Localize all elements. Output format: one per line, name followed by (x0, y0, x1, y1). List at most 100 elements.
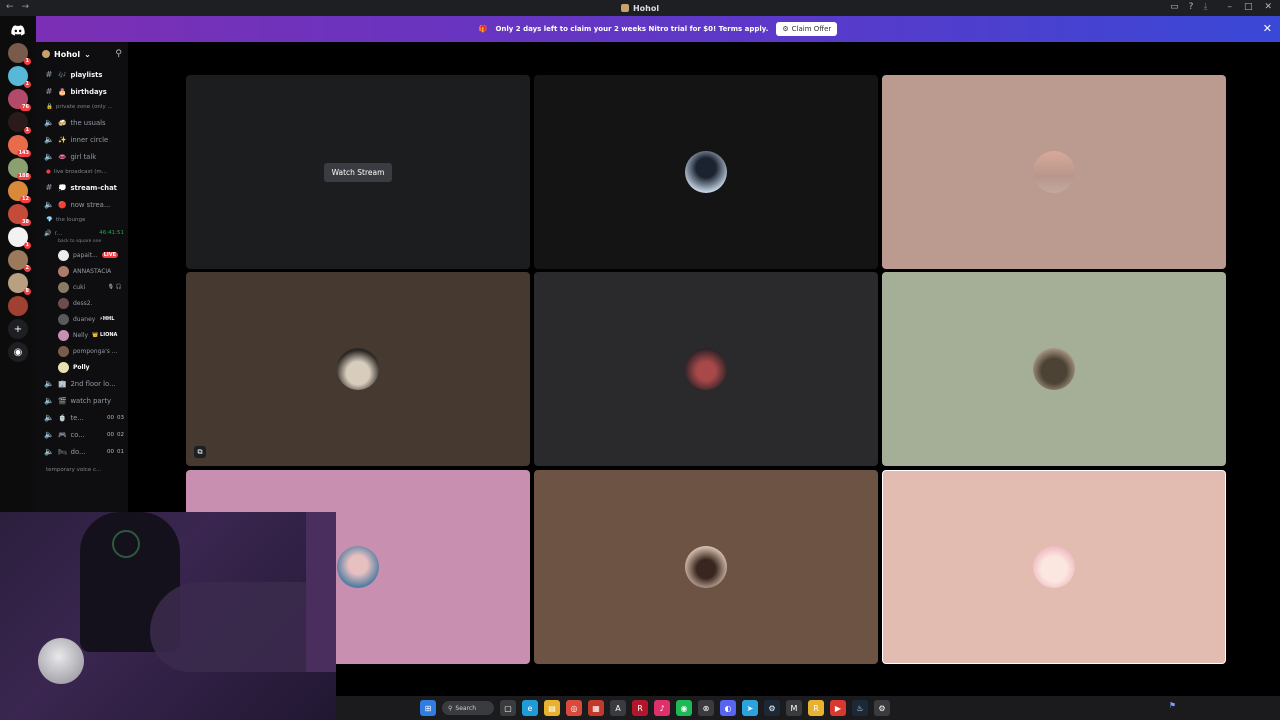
app-icon[interactable]: ▶ (830, 700, 846, 716)
voice-member[interactable]: cuki 🎙 🎧 (36, 279, 128, 295)
start-icon[interactable]: ⊞ (420, 700, 436, 716)
category-label: temporary voice c... (46, 467, 102, 473)
close-window-icon[interactable]: ✕ (1264, 2, 1272, 12)
server-icon[interactable]: 1 (8, 66, 31, 88)
epic-icon[interactable]: M (786, 700, 802, 716)
video-tile[interactable] (534, 75, 878, 269)
file-explorer-icon[interactable]: ▤ (544, 700, 560, 716)
avatar (58, 361, 69, 373)
server-badge: 76 (20, 104, 31, 111)
video-tile[interactable] (882, 470, 1226, 664)
adobe-icon[interactable]: A (610, 700, 626, 716)
video-tile[interactable] (534, 470, 878, 664)
video-tile[interactable] (534, 272, 878, 466)
chrome-icon[interactable]: ◎ (566, 700, 582, 716)
server-icon[interactable]: 143 (8, 135, 31, 157)
channel-birthdays[interactable]: # 🎂 birthdays (36, 83, 128, 100)
video-tile[interactable] (882, 272, 1226, 466)
video-tile[interactable] (882, 75, 1226, 269)
server-icon[interactable]: 1 (8, 227, 31, 249)
minimize-icon[interactable]: – (1227, 2, 1232, 12)
window-controls: – □ ✕ (1227, 2, 1272, 12)
xbox-icon[interactable]: ⊗ (698, 700, 714, 716)
maximize-icon[interactable]: □ (1244, 2, 1253, 12)
settings-icon[interactable]: ⚙ (874, 700, 890, 716)
channel-inner-circle[interactable]: 🔈 ✨ inner circle (36, 131, 128, 148)
server-icon[interactable] (8, 296, 28, 316)
channel-2nd-floor[interactable]: 🔈 🏢 2nd floor lo... (36, 375, 128, 392)
discover-icon[interactable]: ◉ (8, 342, 28, 362)
telegram-icon[interactable]: ➤ (742, 700, 758, 716)
back-arrow-icon[interactable]: ← (6, 2, 14, 12)
help-icon[interactable]: ? (1189, 2, 1194, 12)
voice-member[interactable]: ANNASTACIA (36, 263, 128, 279)
spotify-icon[interactable]: ◉ (676, 700, 692, 716)
voice-channel-icon: 🔈 (44, 396, 54, 405)
stream-tile[interactable]: Watch Stream (186, 75, 530, 269)
avatar (58, 329, 69, 341)
tiktok-icon[interactable]: ♪ (654, 700, 670, 716)
channel-stream-chat[interactable]: # 💭 stream-chat (36, 179, 128, 196)
channel-do[interactable]: 🔈 🛏 do... 00 01 (36, 443, 128, 460)
claim-offer-label: Claim Offer (791, 25, 832, 33)
watch-stream-button[interactable]: Watch Stream (323, 162, 393, 182)
voice-channel-icon: 🔈 (44, 413, 54, 422)
tray-icon[interactable]: ⚑ (1169, 701, 1176, 710)
voice-member[interactable]: duaney ⚡HHL (36, 311, 128, 327)
forward-arrow-icon[interactable]: → (22, 2, 30, 12)
download-icon[interactable]: ⤓ (1203, 2, 1207, 12)
category-live-broadcast[interactable]: ● live broadcast (m... (36, 165, 128, 179)
server-badge: 2 (23, 265, 31, 272)
current-voice-channel[interactable]: 🔊 r... 46:41:51 (36, 227, 128, 239)
server-icon[interactable]: 1 (8, 43, 31, 65)
server-icon[interactable]: 12 (8, 181, 31, 203)
claim-offer-button[interactable]: ⚙ Claim Offer (776, 22, 838, 36)
steam-icon[interactable]: ⚙ (764, 700, 780, 716)
voice-member[interactable]: papait... LIVE (36, 247, 128, 263)
lock-icon: 🔒 (46, 104, 53, 110)
voice-member[interactable]: Polly (36, 359, 128, 375)
taskbar-search[interactable]: ⚲ Search (442, 701, 494, 715)
voice-member[interactable]: dess2. (36, 295, 128, 311)
task-view-icon[interactable]: ▢ (500, 700, 516, 716)
server-badge: 188 (16, 173, 31, 180)
nitro-icon: ⚙ (782, 25, 789, 33)
voice-channel-icon: 🔈 (44, 379, 54, 388)
channel-label: girl talk (70, 152, 97, 161)
category-private-zone[interactable]: 🔒 private zone (only ... (36, 100, 128, 114)
invite-people-icon[interactable]: ⚲ (115, 49, 122, 59)
server-icon[interactable]: 1 (8, 112, 31, 134)
server-icon[interactable]: 2 (8, 250, 31, 272)
reader-icon[interactable]: R (632, 700, 648, 716)
banner-close-icon[interactable]: ✕ (1263, 22, 1272, 35)
server-icon[interactable]: 8 (8, 273, 31, 295)
user-count: 00 (107, 431, 114, 438)
channel-co[interactable]: 🔈 🎮 co... 00 02 (36, 426, 128, 443)
steam-icon[interactable]: ♨ (852, 700, 868, 716)
category-the-lounge[interactable]: 💎 the lounge (36, 213, 128, 227)
channel-girl-talk[interactable]: 🔈 👄 girl talk (36, 148, 128, 165)
server-icon[interactable]: 38 (8, 204, 31, 226)
discord-home-icon[interactable] (8, 20, 28, 40)
channel-watch-party[interactable]: 🔈 🎬 watch party (36, 392, 128, 409)
server-icon[interactable]: 76 (8, 89, 31, 111)
category-temporary-voice[interactable]: temporary voice c... (36, 463, 128, 477)
channel-te[interactable]: 🔈 🍵 te... 00 03 (36, 409, 128, 426)
channel-emoji: 🍵 (58, 413, 67, 422)
calendar-icon[interactable]: ▦ (588, 700, 604, 716)
add-server-icon[interactable]: + (8, 319, 28, 339)
edge-icon[interactable]: e (522, 700, 538, 716)
app-icon[interactable]: R (808, 700, 824, 716)
user-count: 00 (107, 414, 114, 421)
inbox-icon[interactable]: ▭ (1170, 2, 1179, 12)
discord-taskbar-icon[interactable]: ◐ (720, 700, 736, 716)
server-badge: 8 (23, 288, 31, 295)
channel-now-streaming[interactable]: 🔈 🔴 now strea... (36, 196, 128, 213)
guild-header[interactable]: Hohol ⌄ ⚲ (36, 42, 128, 66)
server-icon[interactable]: 188 (8, 158, 31, 180)
voice-member[interactable]: Nelly 👑 LIONA (36, 327, 128, 343)
channel-playlists[interactable]: # 🎶 playlists (36, 66, 128, 83)
channel-the-usuals[interactable]: 🔈 🍻 the usuals (36, 114, 128, 131)
voice-member[interactable]: pomponga's ... (36, 343, 128, 359)
video-tile[interactable]: ⧉ (186, 272, 530, 466)
